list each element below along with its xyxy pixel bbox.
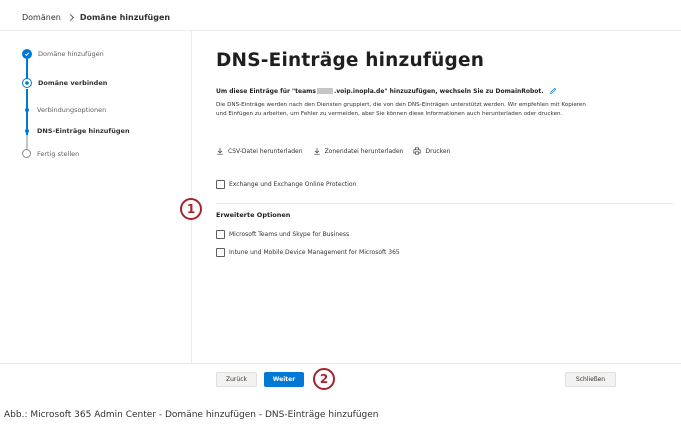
- step-label: Domäne verbinden: [38, 79, 108, 87]
- figure-caption: Abb.: Microsoft 365 Admin Center - Domän…: [4, 410, 379, 420]
- print-label: Drucken: [425, 147, 451, 155]
- download-actions: CSV-Datei herunterladen Zonendatei herun…: [216, 147, 460, 155]
- step-dns-records: DNS-Einträge hinzufügen: [22, 127, 130, 135]
- active-step-icon: [22, 78, 32, 88]
- download-icon: [313, 147, 320, 155]
- next-button[interactable]: Weiter: [264, 372, 304, 387]
- step-connection-options: Verbindungsoptionen: [22, 106, 106, 114]
- teams-checkbox[interactable]: [216, 230, 225, 239]
- callout-two: 2: [313, 368, 335, 390]
- step-label: DNS-Einträge hinzufügen: [37, 127, 130, 135]
- advanced-options-heading: Erweiterte Optionen: [216, 211, 291, 219]
- teams-option[interactable]: Microsoft Teams und Skype for Business: [216, 230, 349, 239]
- dns-instructions-heading: Um diese Einträge für "teams .voip.inopl…: [216, 87, 557, 95]
- page-title: DNS-Einträge hinzufügen: [216, 50, 485, 71]
- exchange-option[interactable]: Exchange und Exchange Online Protection: [216, 180, 356, 189]
- subtitle-prefix: Um diese Einträge für "teams: [216, 87, 316, 95]
- printer-icon: [413, 147, 421, 155]
- pending-step-icon: [22, 149, 31, 158]
- step-label: Fertig stellen: [37, 149, 80, 158]
- stepper-line-pending: [26, 135, 28, 149]
- step-label: Verbindungsoptionen: [37, 106, 107, 114]
- breadcrumb-current: Domäne hinzufügen: [79, 12, 171, 22]
- download-zone-button[interactable]: Zonendatei herunterladen: [313, 147, 404, 155]
- description-text: Die DNS-Einträge werden nach den Dienste…: [216, 102, 586, 117]
- exchange-checkbox[interactable]: [216, 180, 225, 189]
- subtitle-suffix: .voip.inopla.de" hinzuzufügen, wechseln …: [333, 87, 544, 95]
- redacted-text: [316, 88, 333, 94]
- teams-option-label: Microsoft Teams und Skype for Business: [229, 231, 350, 238]
- section-divider: [216, 203, 673, 204]
- print-button[interactable]: Drucken: [413, 147, 450, 155]
- close-button[interactable]: Schließen: [565, 372, 616, 387]
- footer-divider: [0, 363, 681, 364]
- intune-option[interactable]: Intune und Mobile Device Management for …: [216, 248, 400, 257]
- download-zone-label: Zonendatei herunterladen: [324, 147, 404, 155]
- download-csv-button[interactable]: CSV-Datei herunterladen: [216, 147, 303, 155]
- substep-dot-icon: [25, 129, 29, 133]
- intune-checkbox[interactable]: [216, 248, 225, 257]
- step-label: Domäne hinzufügen: [38, 50, 104, 58]
- wizard-stepper: Domäne hinzufügen Domäne verbinden Verbi…: [0, 31, 192, 363]
- substep-dot-icon: [25, 108, 29, 112]
- intune-option-label: Intune und Mobile Device Management for …: [229, 249, 400, 256]
- breadcrumb: Domänen Domäne hinzufügen: [22, 10, 170, 24]
- checkmark-icon: [22, 49, 32, 59]
- pencil-icon[interactable]: [549, 87, 557, 95]
- step-domain-add: Domäne hinzufügen: [22, 49, 104, 59]
- step-domain-connect: Domäne verbinden: [22, 78, 107, 88]
- admin-center-window: Domänen Domäne hinzufügen Domäne hinzufü…: [0, 0, 681, 400]
- chevron-right-icon: [66, 13, 74, 21]
- breadcrumb-domains-link[interactable]: Domänen: [22, 13, 61, 22]
- exchange-option-label: Exchange und Exchange Online Protection: [229, 181, 357, 188]
- download-icon: [217, 147, 223, 155]
- download-csv-label: CSV-Datei herunterladen: [228, 147, 303, 155]
- callout-one: 1: [180, 198, 202, 220]
- step-finish: Fertig stellen: [22, 149, 79, 158]
- back-button[interactable]: Zurück: [216, 372, 257, 387]
